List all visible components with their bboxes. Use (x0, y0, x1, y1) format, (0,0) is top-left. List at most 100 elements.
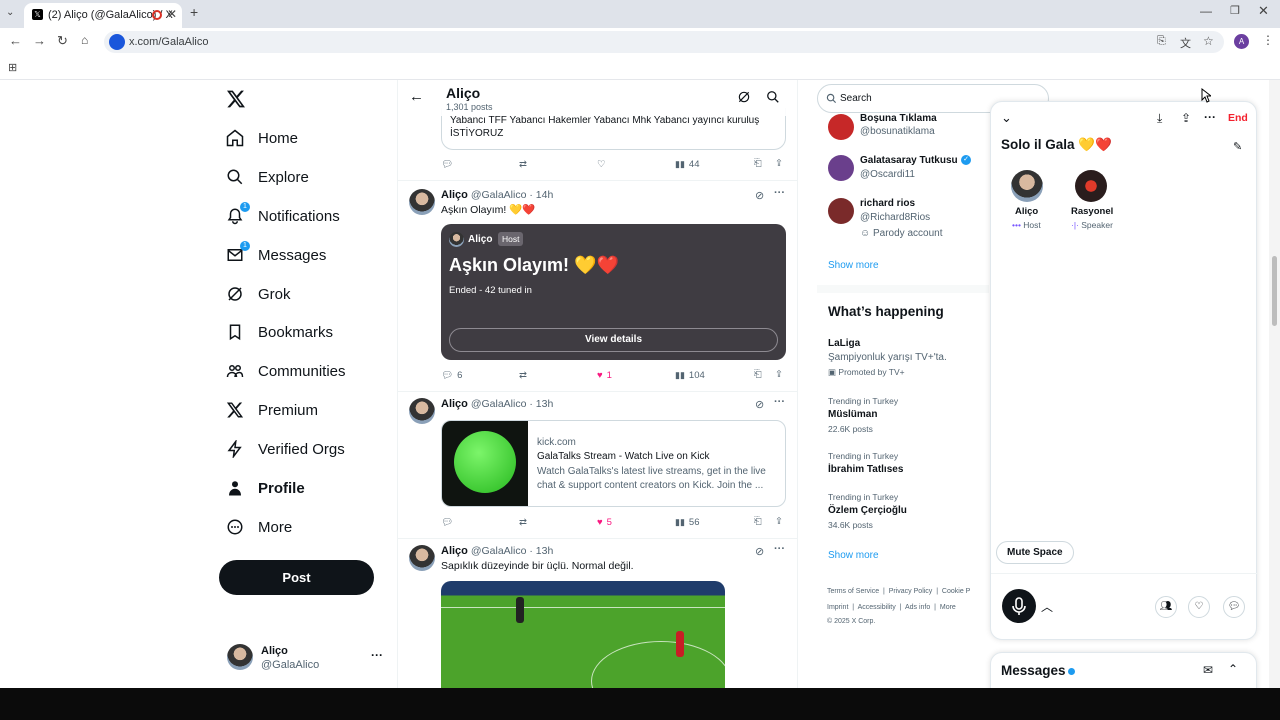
messages-dock[interactable]: Messages ✉ ⌃ (990, 652, 1257, 692)
comment-icon[interactable]: 💬︎ (1223, 596, 1245, 618)
views-icon[interactable]: ▮▮ 44 (675, 159, 699, 170)
collapse-chevron-icon[interactable]: ⌄ (1001, 110, 1012, 126)
scrollbar[interactable] (1269, 80, 1280, 688)
browser-tab[interactable]: 𝕏 (2) Aliço (@GalaAlico) / X ✕ (24, 3, 182, 28)
site-info-icon[interactable] (109, 34, 125, 50)
like-icon[interactable]: ♥ 1 (597, 370, 612, 381)
show-more-link[interactable]: Show more (828, 260, 879, 271)
nav-notifications[interactable]: 1 Notifications (226, 201, 340, 231)
new-message-icon[interactable]: ✉ (1203, 663, 1213, 677)
share-icon[interactable]: ⇪ (775, 158, 783, 169)
trend-title[interactable]: LaLiga (828, 338, 860, 349)
repost-icon[interactable]: ⇄ (519, 370, 527, 381)
scrollbar-thumb[interactable] (1272, 256, 1277, 326)
post-button[interactable]: Post (219, 560, 374, 595)
suggestion-name[interactable]: richard rios (860, 198, 915, 209)
view-details-button[interactable]: View details (449, 328, 778, 352)
microphone-button[interactable] (1002, 589, 1036, 623)
nav-more[interactable]: More (226, 512, 292, 542)
grok-icon[interactable]: ⊘ (755, 545, 764, 558)
repost-icon[interactable]: ⇄ (519, 159, 527, 170)
more-dots-icon[interactable]: ··· (1204, 110, 1216, 124)
nav-home[interactable]: Home (226, 123, 298, 153)
grok-icon[interactable]: ⊘ (755, 189, 764, 202)
bookmark-star-icon[interactable]: ☆ (1203, 34, 1214, 48)
footer-link[interactable]: Privacy Policy (889, 588, 933, 595)
nav-communities[interactable]: Communities (226, 356, 346, 386)
reload-icon[interactable]: ↻ (57, 33, 68, 49)
grok-icon[interactable]: ⊘ (755, 398, 764, 411)
like-icon[interactable]: ♥ 5 (597, 517, 612, 528)
footer-link[interactable]: Terms of Service (827, 588, 879, 595)
share-icon[interactable]: ⇪ (1181, 111, 1191, 125)
edit-pencil-icon[interactable]: ✎ (1233, 140, 1242, 153)
back-arrow-icon[interactable]: ← (409, 88, 424, 105)
reply-icon[interactable]: 💬︎ 6 (441, 370, 462, 381)
football-match-image[interactable] (441, 581, 725, 688)
profile-avatar[interactable]: A (1234, 34, 1249, 49)
expand-up-icon[interactable]: ⌃ (1228, 662, 1238, 676)
tweet[interactable]: Aliço @GalaAlico · 13h ⊘ ··· Sapıklık dü… (398, 539, 797, 688)
search-icon[interactable] (766, 90, 780, 104)
suggestion-name[interactable]: Boşuna Tıklama (860, 113, 937, 124)
footer-link[interactable]: Imprint (827, 604, 848, 611)
trend-title[interactable]: Müslüman (828, 409, 877, 420)
bookmark-icon[interactable]: ⎗ (754, 369, 762, 380)
back-icon[interactable]: ← (9, 33, 22, 48)
footer-link[interactable]: Accessibility (858, 604, 896, 611)
nav-messages[interactable]: 1 Messages (226, 240, 326, 270)
x-logo-icon[interactable] (226, 89, 246, 109)
mute-space-button[interactable]: Mute Space (996, 541, 1074, 564)
share-icon[interactable]: ⇪ (775, 516, 783, 527)
minimize-icon[interactable]: — (1200, 4, 1212, 18)
chevron-up-icon[interactable]: ︿ (1041, 598, 1053, 615)
home-browser-icon[interactable]: ⌂ (81, 33, 88, 47)
bookmark-icon[interactable]: ⎗ (754, 516, 762, 527)
more-dots-icon[interactable]: ··· (774, 543, 785, 555)
nav-profile[interactable]: Profile (226, 473, 305, 503)
browser-menu-icon[interactable]: ⋮ (1262, 33, 1274, 47)
reply-icon[interactable]: 💬︎ (441, 517, 453, 528)
new-tab-icon[interactable]: + (190, 4, 198, 20)
grok-icon[interactable] (737, 90, 751, 104)
views-icon[interactable]: ▮▮ 56 (675, 517, 699, 528)
footer-link[interactable]: Cookie P (942, 588, 970, 595)
react-heart-icon[interactable]: ♡ (1188, 596, 1210, 618)
speaker-host[interactable] (1011, 170, 1043, 202)
nav-grok[interactable]: Grok (226, 279, 291, 309)
trend-title[interactable]: İbrahim Tatlıses (828, 464, 903, 475)
footer-link[interactable]: More (940, 604, 956, 611)
show-more-link[interactable]: Show more (828, 550, 879, 561)
tab-list-chevron-icon[interactable]: ⌄ (6, 7, 14, 18)
nav-verified-orgs[interactable]: Verified Orgs (226, 434, 345, 464)
nav-premium[interactable]: Premium (226, 395, 318, 425)
account-switcher[interactable]: Aliço @GalaAlico ··· (219, 636, 389, 680)
more-dots-icon[interactable]: ··· (371, 648, 383, 662)
trend-title[interactable]: Özlem Çerçioğlu (828, 505, 907, 516)
restore-icon[interactable]: ❐ (1230, 4, 1240, 17)
nav-explore[interactable]: Explore (226, 162, 309, 192)
bookmark-icon[interactable]: ⎗ (754, 158, 762, 169)
link-card[interactable]: kick.com GalaTalks Stream - Watch Live o… (441, 420, 786, 507)
footer-link[interactable]: Ads info (905, 604, 930, 611)
forward-icon[interactable]: → (33, 33, 46, 48)
end-space-button[interactable]: End (1228, 112, 1248, 124)
close-window-icon[interactable]: ✕ (1258, 3, 1269, 19)
more-dots-icon[interactable]: ··· (774, 396, 785, 408)
space-card[interactable]: Aliço Host Aşkın Olayım! 💛❤️ Ended - 42 … (441, 224, 786, 360)
close-tab-icon[interactable]: ✕ (167, 7, 177, 21)
more-dots-icon[interactable]: ··· (774, 187, 785, 199)
people-icon[interactable]: 👥︎ (1155, 596, 1177, 618)
share-icon[interactable]: ⇪ (775, 369, 783, 380)
nav-bookmarks[interactable]: Bookmarks (226, 317, 333, 347)
suggestion-name[interactable]: Galatasaray Tutkusu (860, 155, 958, 166)
tweet[interactable]: Aliço @GalaAlico · 14h ⊘ ··· Aşkın Olayı… (398, 181, 797, 391)
apps-grid-icon[interactable]: ⊞ (8, 61, 17, 74)
views-icon[interactable]: ▮▮ 104 (675, 370, 705, 381)
translate-icon[interactable]: 文 (1180, 35, 1191, 51)
like-icon[interactable]: ♡ (597, 159, 606, 170)
repost-icon[interactable]: ⇄ (519, 517, 527, 528)
install-app-icon[interactable]: ⎘ (1157, 35, 1166, 48)
speaker-avatar[interactable] (1075, 170, 1107, 202)
reply-icon[interactable]: 💬︎ (441, 159, 453, 170)
